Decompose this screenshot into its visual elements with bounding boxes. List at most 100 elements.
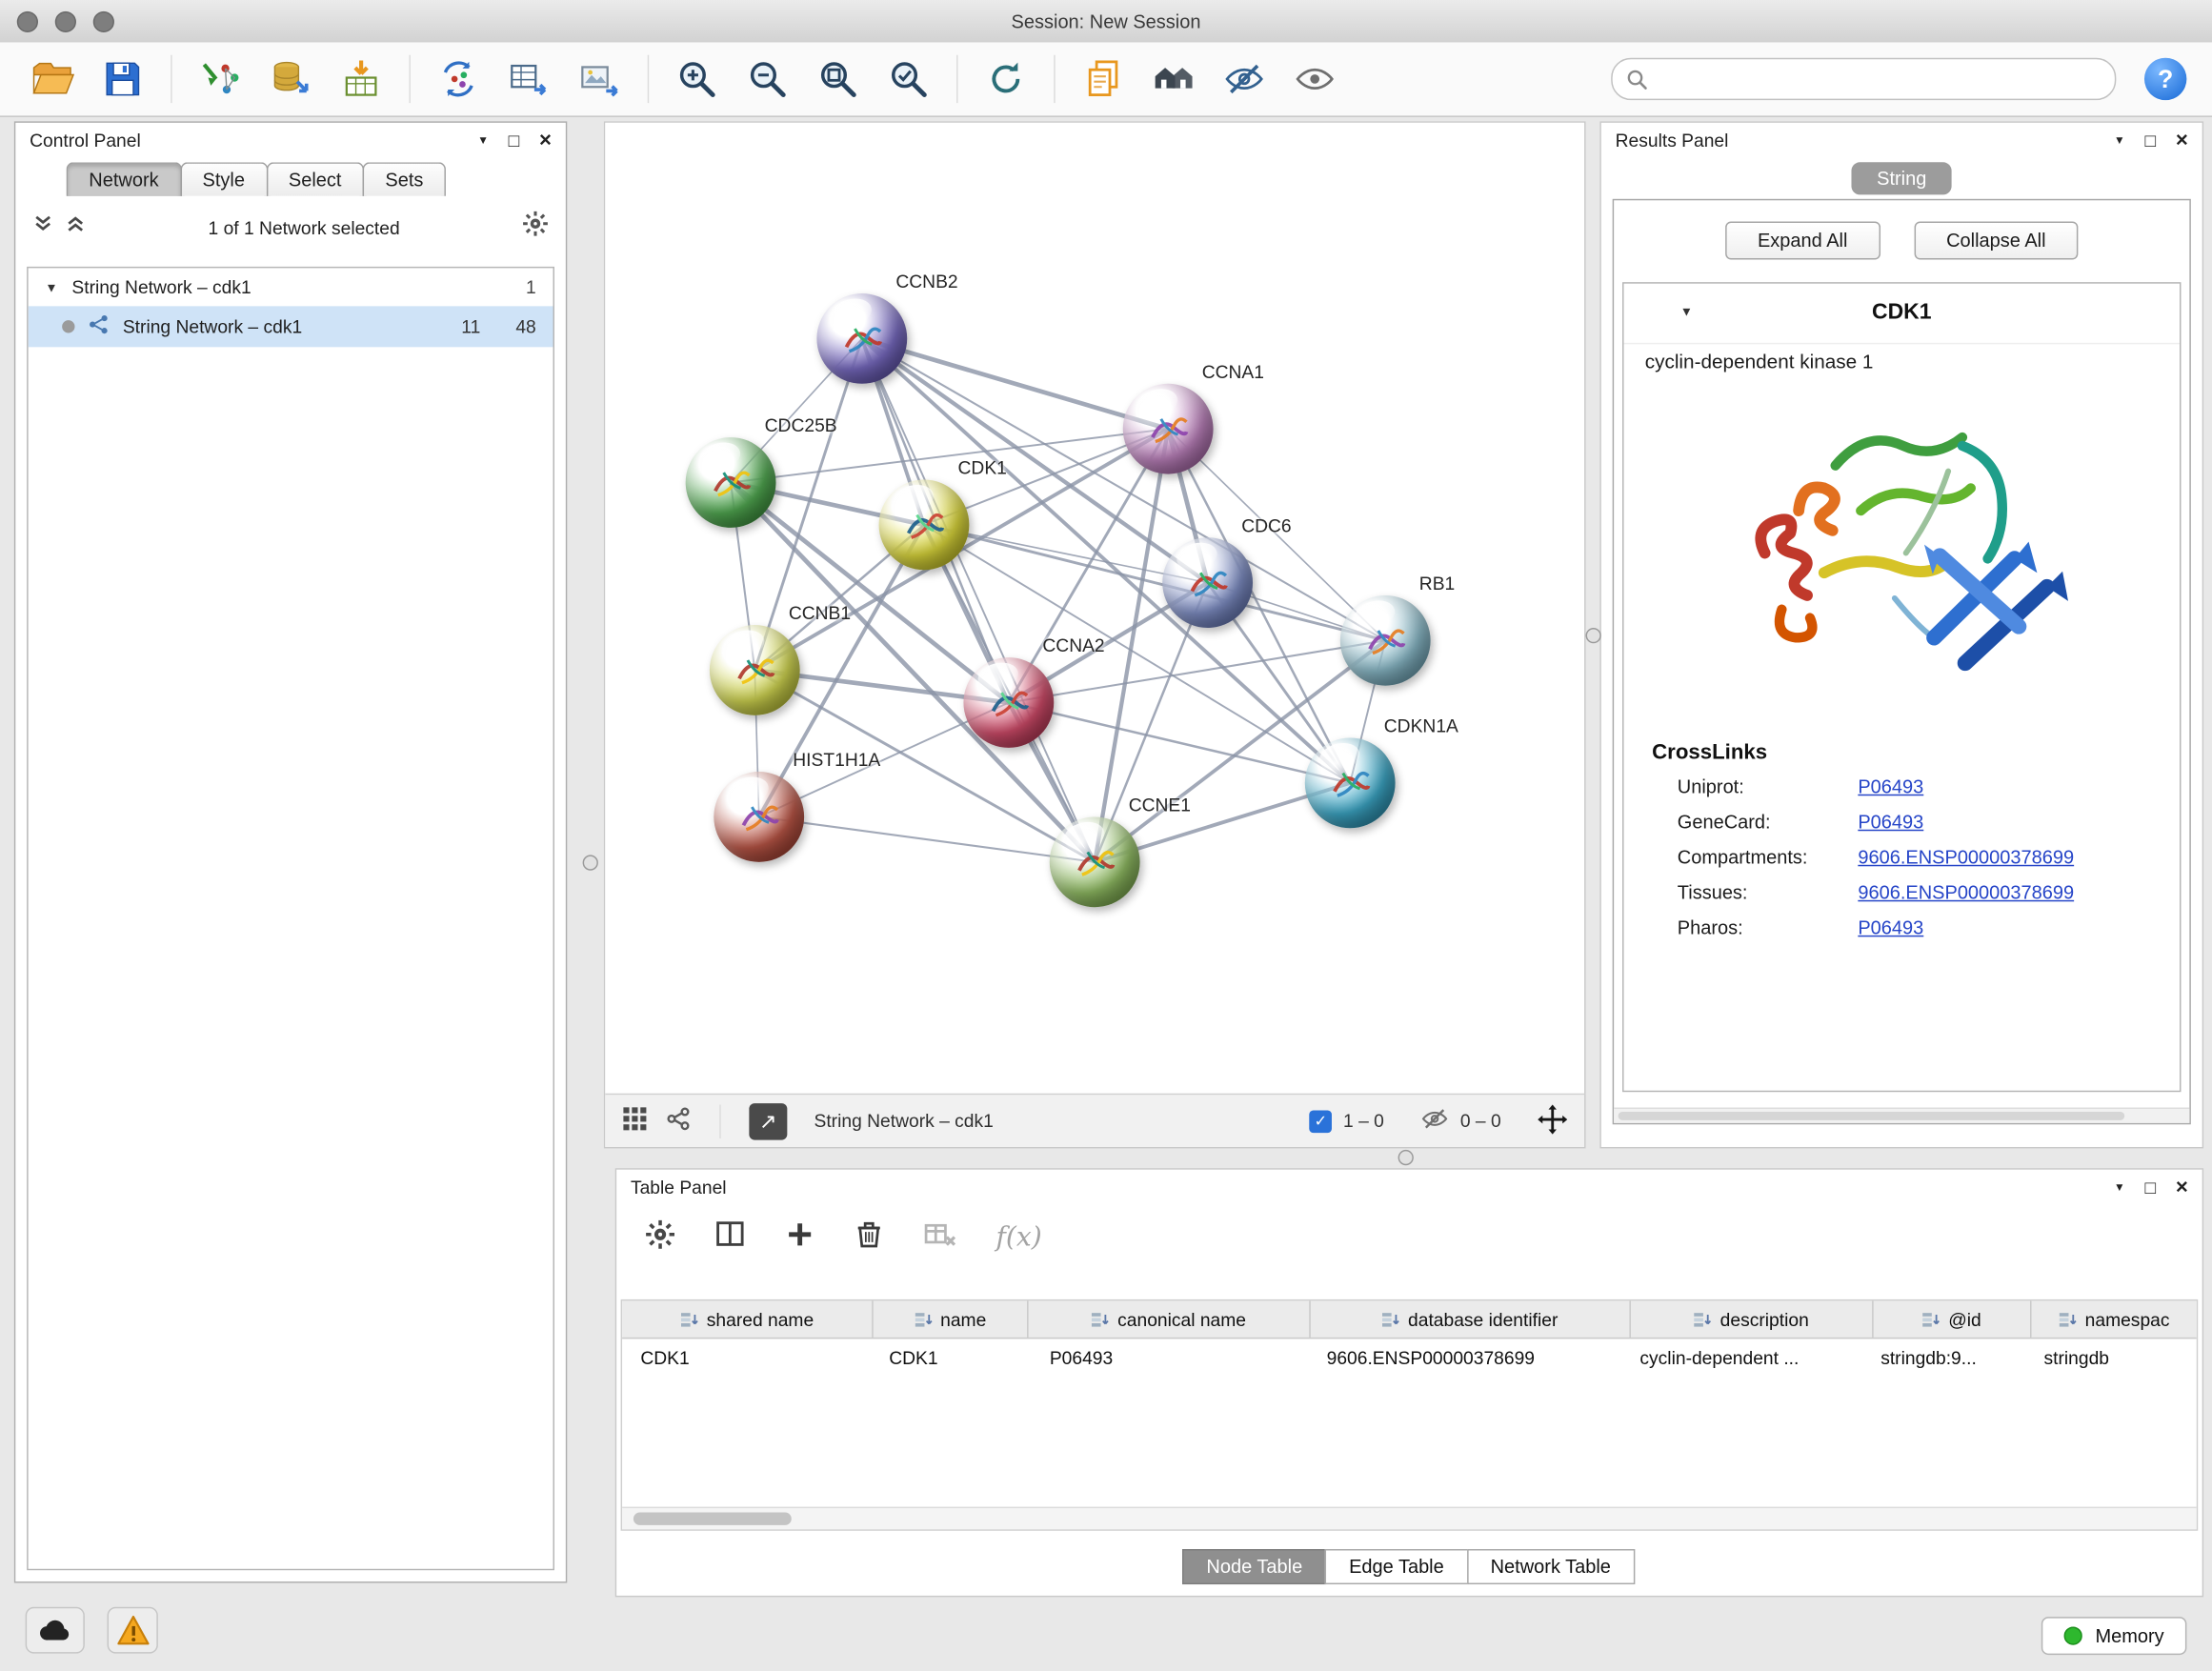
cell-id[interactable]: stringdb:9... (1862, 1339, 2025, 1376)
expand-all-button[interactable]: Expand All (1725, 222, 1880, 260)
add-column-icon[interactable] (784, 1218, 815, 1257)
import-table-button[interactable] (329, 50, 393, 109)
panel-close-icon[interactable]: × (2176, 129, 2188, 152)
memory-button[interactable]: Memory (2041, 1617, 2186, 1655)
network-node-cdk1[interactable] (879, 480, 970, 571)
column-header-shared-name[interactable]: shared name (622, 1300, 873, 1338)
zoom-out-button[interactable] (735, 50, 800, 109)
tab-select[interactable]: Select (266, 162, 364, 196)
panel-menu-icon[interactable]: ▼ (2114, 1181, 2125, 1194)
grid-view-icon[interactable] (622, 1106, 648, 1136)
delete-table-icon[interactable] (923, 1218, 958, 1257)
tab-style[interactable]: Style (180, 162, 268, 196)
close-window-button[interactable] (17, 11, 38, 32)
collection-expander-icon[interactable]: ▼ (45, 280, 57, 294)
panel-close-icon[interactable]: × (539, 129, 552, 152)
tab-network[interactable]: Network (67, 162, 182, 196)
search-input[interactable] (1658, 67, 2101, 91)
import-network-database-button[interactable] (258, 50, 323, 109)
birds-eye-crosshair-icon[interactable] (1538, 1104, 1567, 1138)
open-session-button[interactable] (20, 50, 85, 109)
crosslink-genecard-link[interactable]: P06493 (1858, 812, 1923, 833)
cell-shared-name[interactable]: CDK1 (622, 1339, 871, 1376)
cell-namespace[interactable]: stringdb (2025, 1339, 2196, 1376)
zoom-selected-button[interactable] (876, 50, 941, 109)
export-image-button[interactable] (567, 50, 632, 109)
refresh-view-button[interactable] (974, 50, 1038, 109)
splitter-handle[interactable] (583, 855, 598, 870)
panel-float-icon[interactable]: □ (2145, 1177, 2157, 1198)
minimize-window-button[interactable] (55, 11, 76, 32)
tab-string[interactable]: String (1851, 162, 1952, 194)
network-row-selected[interactable]: String Network – cdk1 11 48 (29, 306, 553, 347)
expand-all-chevron-icon[interactable] (65, 213, 86, 242)
hide-details-button[interactable] (1212, 50, 1277, 109)
delete-column-trash-icon[interactable] (854, 1218, 885, 1257)
scrollbar-thumb[interactable] (1619, 1112, 2125, 1120)
collapse-all-chevron-icon[interactable] (32, 213, 53, 242)
table-row[interactable]: CDK1 CDK1 P06493 9606.ENSP00000378699 cy… (622, 1339, 2197, 1376)
show-columns-icon[interactable] (714, 1218, 746, 1257)
results-horizontal-scrollbar[interactable] (1614, 1108, 2189, 1123)
network-node-hist1h1a[interactable] (714, 772, 804, 862)
selected-checkbox-icon[interactable]: ✓ (1310, 1110, 1333, 1133)
show-details-button[interactable] (1282, 50, 1347, 109)
help-button[interactable]: ? (2144, 58, 2186, 100)
cell-canonical-name[interactable]: P06493 (1032, 1339, 1309, 1376)
column-header-id[interactable]: @id (1873, 1300, 2031, 1338)
maximize-window-button[interactable] (93, 11, 114, 32)
column-header-database-identifier[interactable]: database identifier (1310, 1300, 1631, 1338)
network-node-ccnb1[interactable] (710, 625, 800, 715)
network-node-rb1[interactable] (1340, 595, 1431, 686)
panel-float-icon[interactable]: □ (509, 130, 520, 151)
panel-menu-icon[interactable]: ▼ (477, 134, 489, 147)
network-node-cdkn1a[interactable] (1305, 738, 1396, 829)
cell-name[interactable]: CDK1 (871, 1339, 1032, 1376)
open-in-new-window-button[interactable]: ↗ (749, 1102, 787, 1139)
column-header-name[interactable]: name (873, 1300, 1028, 1338)
cell-description[interactable]: cyclin-dependent ... (1621, 1339, 1862, 1376)
export-table-button[interactable] (496, 50, 561, 109)
function-builder-icon[interactable]: f(x) (996, 1221, 1042, 1253)
tab-edge-table[interactable]: Edge Table (1325, 1549, 1468, 1584)
network-node-ccnb2[interactable] (816, 293, 907, 384)
cloud-status-button[interactable] (26, 1607, 85, 1654)
network-node-ccna1[interactable] (1123, 384, 1214, 474)
splitter-handle[interactable] (1586, 628, 1601, 643)
crosslink-uniprot-link[interactable]: P06493 (1858, 775, 1923, 796)
scrollbar-thumb[interactable] (633, 1513, 792, 1525)
network-node-ccne1[interactable] (1050, 816, 1140, 907)
collapse-all-button[interactable]: Collapse All (1914, 222, 2079, 260)
network-collection-row[interactable]: ▼ String Network – cdk1 1 (29, 268, 553, 306)
network-share-icon[interactable] (666, 1106, 692, 1136)
network-node-ccna2[interactable] (963, 657, 1054, 748)
options-gear-icon[interactable] (522, 211, 549, 245)
tab-node-table[interactable]: Node Table (1182, 1549, 1326, 1584)
tab-sets[interactable]: Sets (363, 162, 446, 196)
save-session-button[interactable] (90, 50, 155, 109)
splitter-handle[interactable] (1398, 1150, 1414, 1165)
warnings-button[interactable] (108, 1607, 158, 1654)
column-header-canonical-name[interactable]: canonical name (1028, 1300, 1310, 1338)
export-network-button[interactable] (426, 50, 491, 109)
table-settings-gear-icon[interactable] (645, 1218, 676, 1257)
column-header-description[interactable]: description (1631, 1300, 1873, 1338)
network-node-cdc25b[interactable] (686, 437, 776, 528)
network-canvas[interactable]: CCNB2CCNA1CDC25BCDK1CDC6RB1CCNB1CCNA2CDK… (605, 123, 1584, 1095)
hidden-eye-slash-icon[interactable] (1420, 1105, 1449, 1137)
zoom-in-button[interactable] (665, 50, 730, 109)
network-node-cdc6[interactable] (1162, 537, 1253, 628)
column-header-namespace[interactable]: namespac (2031, 1300, 2196, 1338)
crosslink-compartments-link[interactable]: 9606.ENSP00000378699 (1858, 847, 2074, 868)
zoom-fit-button[interactable] (806, 50, 871, 109)
crosslink-tissues-link[interactable]: 9606.ENSP00000378699 (1858, 882, 2074, 903)
cell-database-identifier[interactable]: 9606.ENSP00000378699 (1308, 1339, 1621, 1376)
panel-float-icon[interactable]: □ (2145, 130, 2157, 151)
copy-document-button[interactable] (1071, 50, 1136, 109)
gene-expander-icon[interactable]: ▼ (1680, 305, 1693, 319)
table-horizontal-scrollbar[interactable] (622, 1507, 2197, 1530)
panel-menu-icon[interactable]: ▼ (2114, 134, 2125, 147)
import-network-file-button[interactable] (188, 50, 252, 109)
crosslink-pharos-link[interactable]: P06493 (1858, 917, 1923, 938)
tab-network-table[interactable]: Network Table (1466, 1549, 1635, 1584)
